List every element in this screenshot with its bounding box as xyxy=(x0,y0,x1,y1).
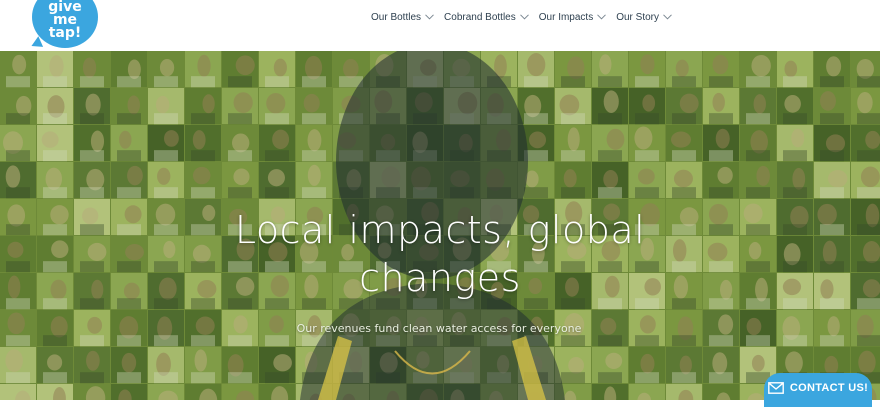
nav-item-our-story[interactable]: Our Story xyxy=(616,9,672,25)
nav-label-cobrand-bottles: Cobrand Bottles xyxy=(444,11,516,23)
nav-label-our-bottles: Our Bottles xyxy=(371,11,422,23)
header-bar: give me tap! Our Bottles Cobrand Bottles… xyxy=(0,0,880,51)
main-navigation: Our Bottles Cobrand Bottles Our Impacts … xyxy=(371,9,672,25)
chevron-down-icon xyxy=(663,14,672,20)
hero-title: Local impacts, global changes xyxy=(160,206,720,302)
nav-item-our-impacts[interactable]: Our Impacts xyxy=(538,9,607,25)
hero-banner: Local impacts, global changes Our revenu… xyxy=(0,51,880,400)
logo-line-tap: tap! xyxy=(48,25,82,41)
contact-us-label: CONTACT US! xyxy=(789,382,869,394)
chevron-down-icon xyxy=(425,14,434,20)
chevron-down-icon xyxy=(597,14,607,20)
envelope-icon xyxy=(767,382,784,394)
contact-us-button[interactable]: CONTACT US! xyxy=(764,373,872,407)
nav-label-our-story: Our Story xyxy=(616,11,660,23)
chevron-down-icon xyxy=(519,14,529,20)
nav-item-cobrand-bottles[interactable]: Cobrand Bottles xyxy=(444,9,529,25)
hero-title-line-1: Local impacts, global xyxy=(234,208,646,252)
nav-item-our-bottles[interactable]: Our Bottles xyxy=(371,9,434,25)
give-me-tap-logo[interactable]: give me tap! xyxy=(32,0,98,48)
hero-title-line-2: changes xyxy=(359,256,521,300)
nav-label-our-impacts: Our Impacts xyxy=(538,11,594,23)
hero-subtitle: Our revenues fund clean water access for… xyxy=(296,322,582,335)
